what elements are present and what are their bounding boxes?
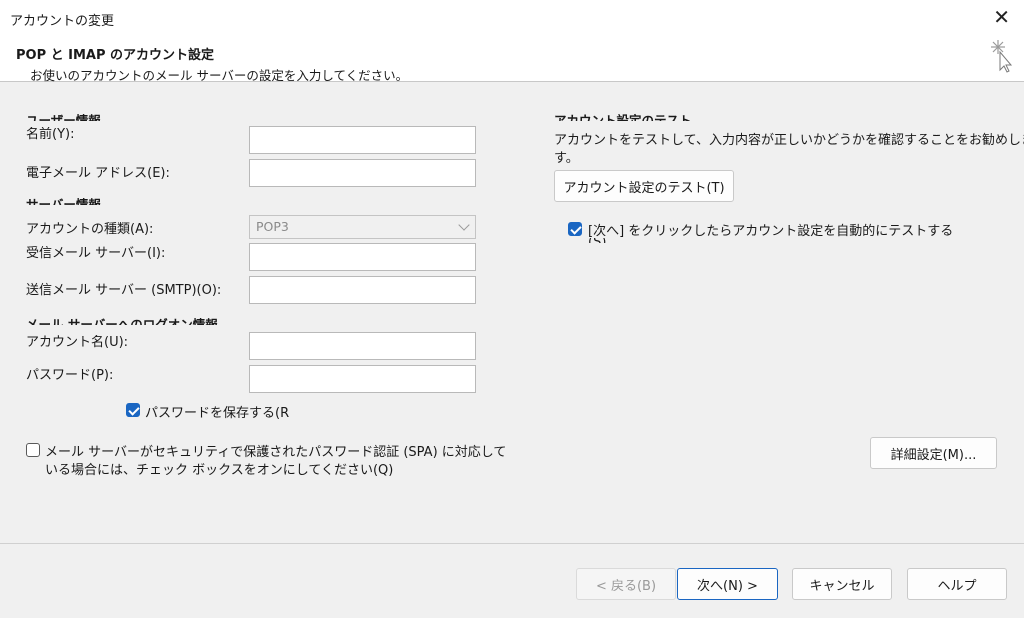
name-label: 名前(Y): [26, 127, 75, 140]
email-input[interactable] [249, 159, 476, 187]
spa-label-line1: メール サーバーがセキュリティで保護されたパスワード認証 (SPA) に対応して [45, 445, 507, 460]
test-settings-desc-line1: アカウントをテストして、入力内容が正しいかどうかを確認することをお勧めしま [554, 133, 1024, 148]
back-button[interactable]: < 戻る(B) [576, 568, 676, 600]
spa-checkbox[interactable] [26, 443, 40, 457]
password-input[interactable] [249, 365, 476, 393]
title-bar: アカウントの変更 ✕ [0, 0, 1024, 36]
save-password-label: パスワードを保存する(R [145, 406, 290, 421]
test-settings-heading: アカウント設定のテスト [554, 113, 692, 121]
help-button[interactable]: ヘルプ [907, 568, 1007, 600]
chevron-down-icon [458, 219, 470, 231]
account-type-label: アカウントの種類(A): [26, 222, 154, 237]
dialog-header: POP と IMAP のアカウント設定 お使いのアカウントのメール サーバーの設… [0, 36, 1024, 83]
server-info-heading: サーバー情報 [26, 197, 101, 205]
account-name-input[interactable] [249, 332, 476, 360]
email-label: 電子メール アドレス(E): [26, 166, 170, 181]
incoming-server-input[interactable] [249, 243, 476, 271]
cancel-button[interactable]: キャンセル [792, 568, 892, 600]
password-label: パスワード(P): [26, 368, 114, 381]
footer-divider [0, 543, 1024, 544]
header-subtitle: お使いのアカウントのメール サーバーの設定を入力してください。 [30, 68, 409, 83]
save-password-checkbox[interactable] [126, 403, 140, 417]
window-title: アカウントの変更 [10, 14, 115, 29]
incoming-server-label: 受信メール サーバー(I): [26, 246, 166, 259]
auto-test-label: [次へ] をクリックしたらアカウント設定を自動的にテストする [588, 224, 954, 239]
logon-info-heading: メール サーバーへのログオン情報 [26, 317, 218, 325]
auto-test-label-line2: (S) [588, 238, 606, 243]
account-type-select[interactable]: POP3 [249, 215, 476, 239]
user-info-heading: ユーザー情報 [26, 113, 101, 121]
test-settings-desc-line2: す。 [554, 151, 579, 166]
auto-test-checkbox[interactable] [568, 222, 582, 236]
outgoing-server-label: 送信メール サーバー (SMTP)(O): [26, 283, 222, 298]
next-button[interactable]: 次へ(N) > [677, 568, 778, 600]
wizard-sparkle-icon [991, 40, 1013, 73]
account-type-value: POP3 [256, 219, 289, 234]
outgoing-server-input[interactable] [249, 276, 476, 304]
test-account-settings-button[interactable]: アカウント設定のテスト(T) [554, 170, 734, 202]
account-name-label: アカウント名(U): [26, 335, 129, 348]
name-input[interactable] [249, 126, 476, 154]
close-icon[interactable]: ✕ [993, 6, 1010, 28]
spa-label-line2: いる場合には、チェック ボックスをオンにしてください(Q) [45, 463, 394, 478]
header-title: POP と IMAP のアカウント設定 [16, 48, 215, 63]
more-settings-button[interactable]: 詳細設定(M)... [870, 437, 997, 469]
